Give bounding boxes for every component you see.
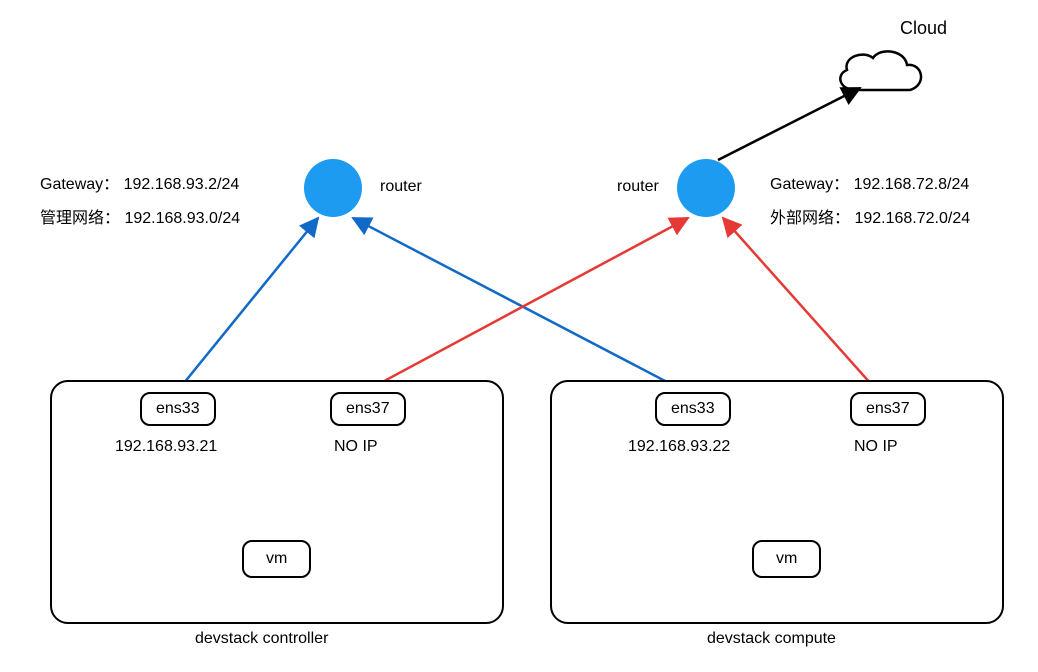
- link-ctrl-ens33-to-router-left: [175, 218, 318, 394]
- right-net-label: 外部网络：: [770, 210, 850, 227]
- link-comp-ens37-to-router-right: [723, 218, 880, 394]
- controller-ens33: ens33: [140, 392, 216, 426]
- controller-vm-name: vm: [266, 550, 287, 567]
- cloud-icon: [840, 51, 921, 90]
- right-network-info: Gateway： 192.168.72.8/24 外部网络： 192.168.7…: [770, 168, 970, 235]
- controller-ens33-ip: 192.168.93.21: [115, 438, 217, 456]
- controller-ens33-name: ens33: [156, 400, 200, 417]
- controller-node: [50, 380, 504, 624]
- compute-vm: vm: [752, 540, 821, 578]
- right-gateway-label: Gateway：: [770, 176, 849, 193]
- compute-ens33: ens33: [655, 392, 731, 426]
- link-router-right-to-cloud: [718, 88, 860, 160]
- controller-ens37: ens37: [330, 392, 406, 426]
- compute-ens33-name: ens33: [671, 400, 715, 417]
- left-gateway-label: Gateway：: [40, 176, 119, 193]
- compute-ens37: ens37: [850, 392, 926, 426]
- right-net-value: 192.168.72.0/24: [854, 210, 970, 227]
- controller-vm: vm: [242, 540, 311, 578]
- left-network-info: Gateway： 192.168.93.2/24 管理网络： 192.168.9…: [40, 168, 240, 235]
- compute-ens33-ip: 192.168.93.22: [628, 438, 730, 456]
- router-left-label: router: [380, 178, 422, 196]
- left-gateway-value: 192.168.93.2/24: [124, 176, 240, 193]
- router-right-icon: [677, 159, 735, 217]
- cloud-label: Cloud: [900, 18, 947, 39]
- controller-ens37-name: ens37: [346, 400, 390, 417]
- left-net-label: 管理网络：: [40, 210, 120, 227]
- link-comp-ens33-to-router-left: [353, 218, 690, 394]
- compute-ens37-ip: NO IP: [854, 438, 898, 456]
- router-left-icon: [304, 159, 362, 217]
- controller-title: devstack controller: [195, 630, 328, 648]
- compute-vm-name: vm: [776, 550, 797, 567]
- right-gateway-value: 192.168.72.8/24: [854, 176, 970, 193]
- left-net-value: 192.168.93.0/24: [124, 210, 240, 227]
- compute-ens37-name: ens37: [866, 400, 910, 417]
- compute-title: devstack compute: [707, 630, 836, 648]
- link-ctrl-ens37-to-router-right: [360, 218, 688, 394]
- compute-node: [550, 380, 1004, 624]
- router-right-label: router: [617, 178, 659, 196]
- controller-ens37-ip: NO IP: [334, 438, 378, 456]
